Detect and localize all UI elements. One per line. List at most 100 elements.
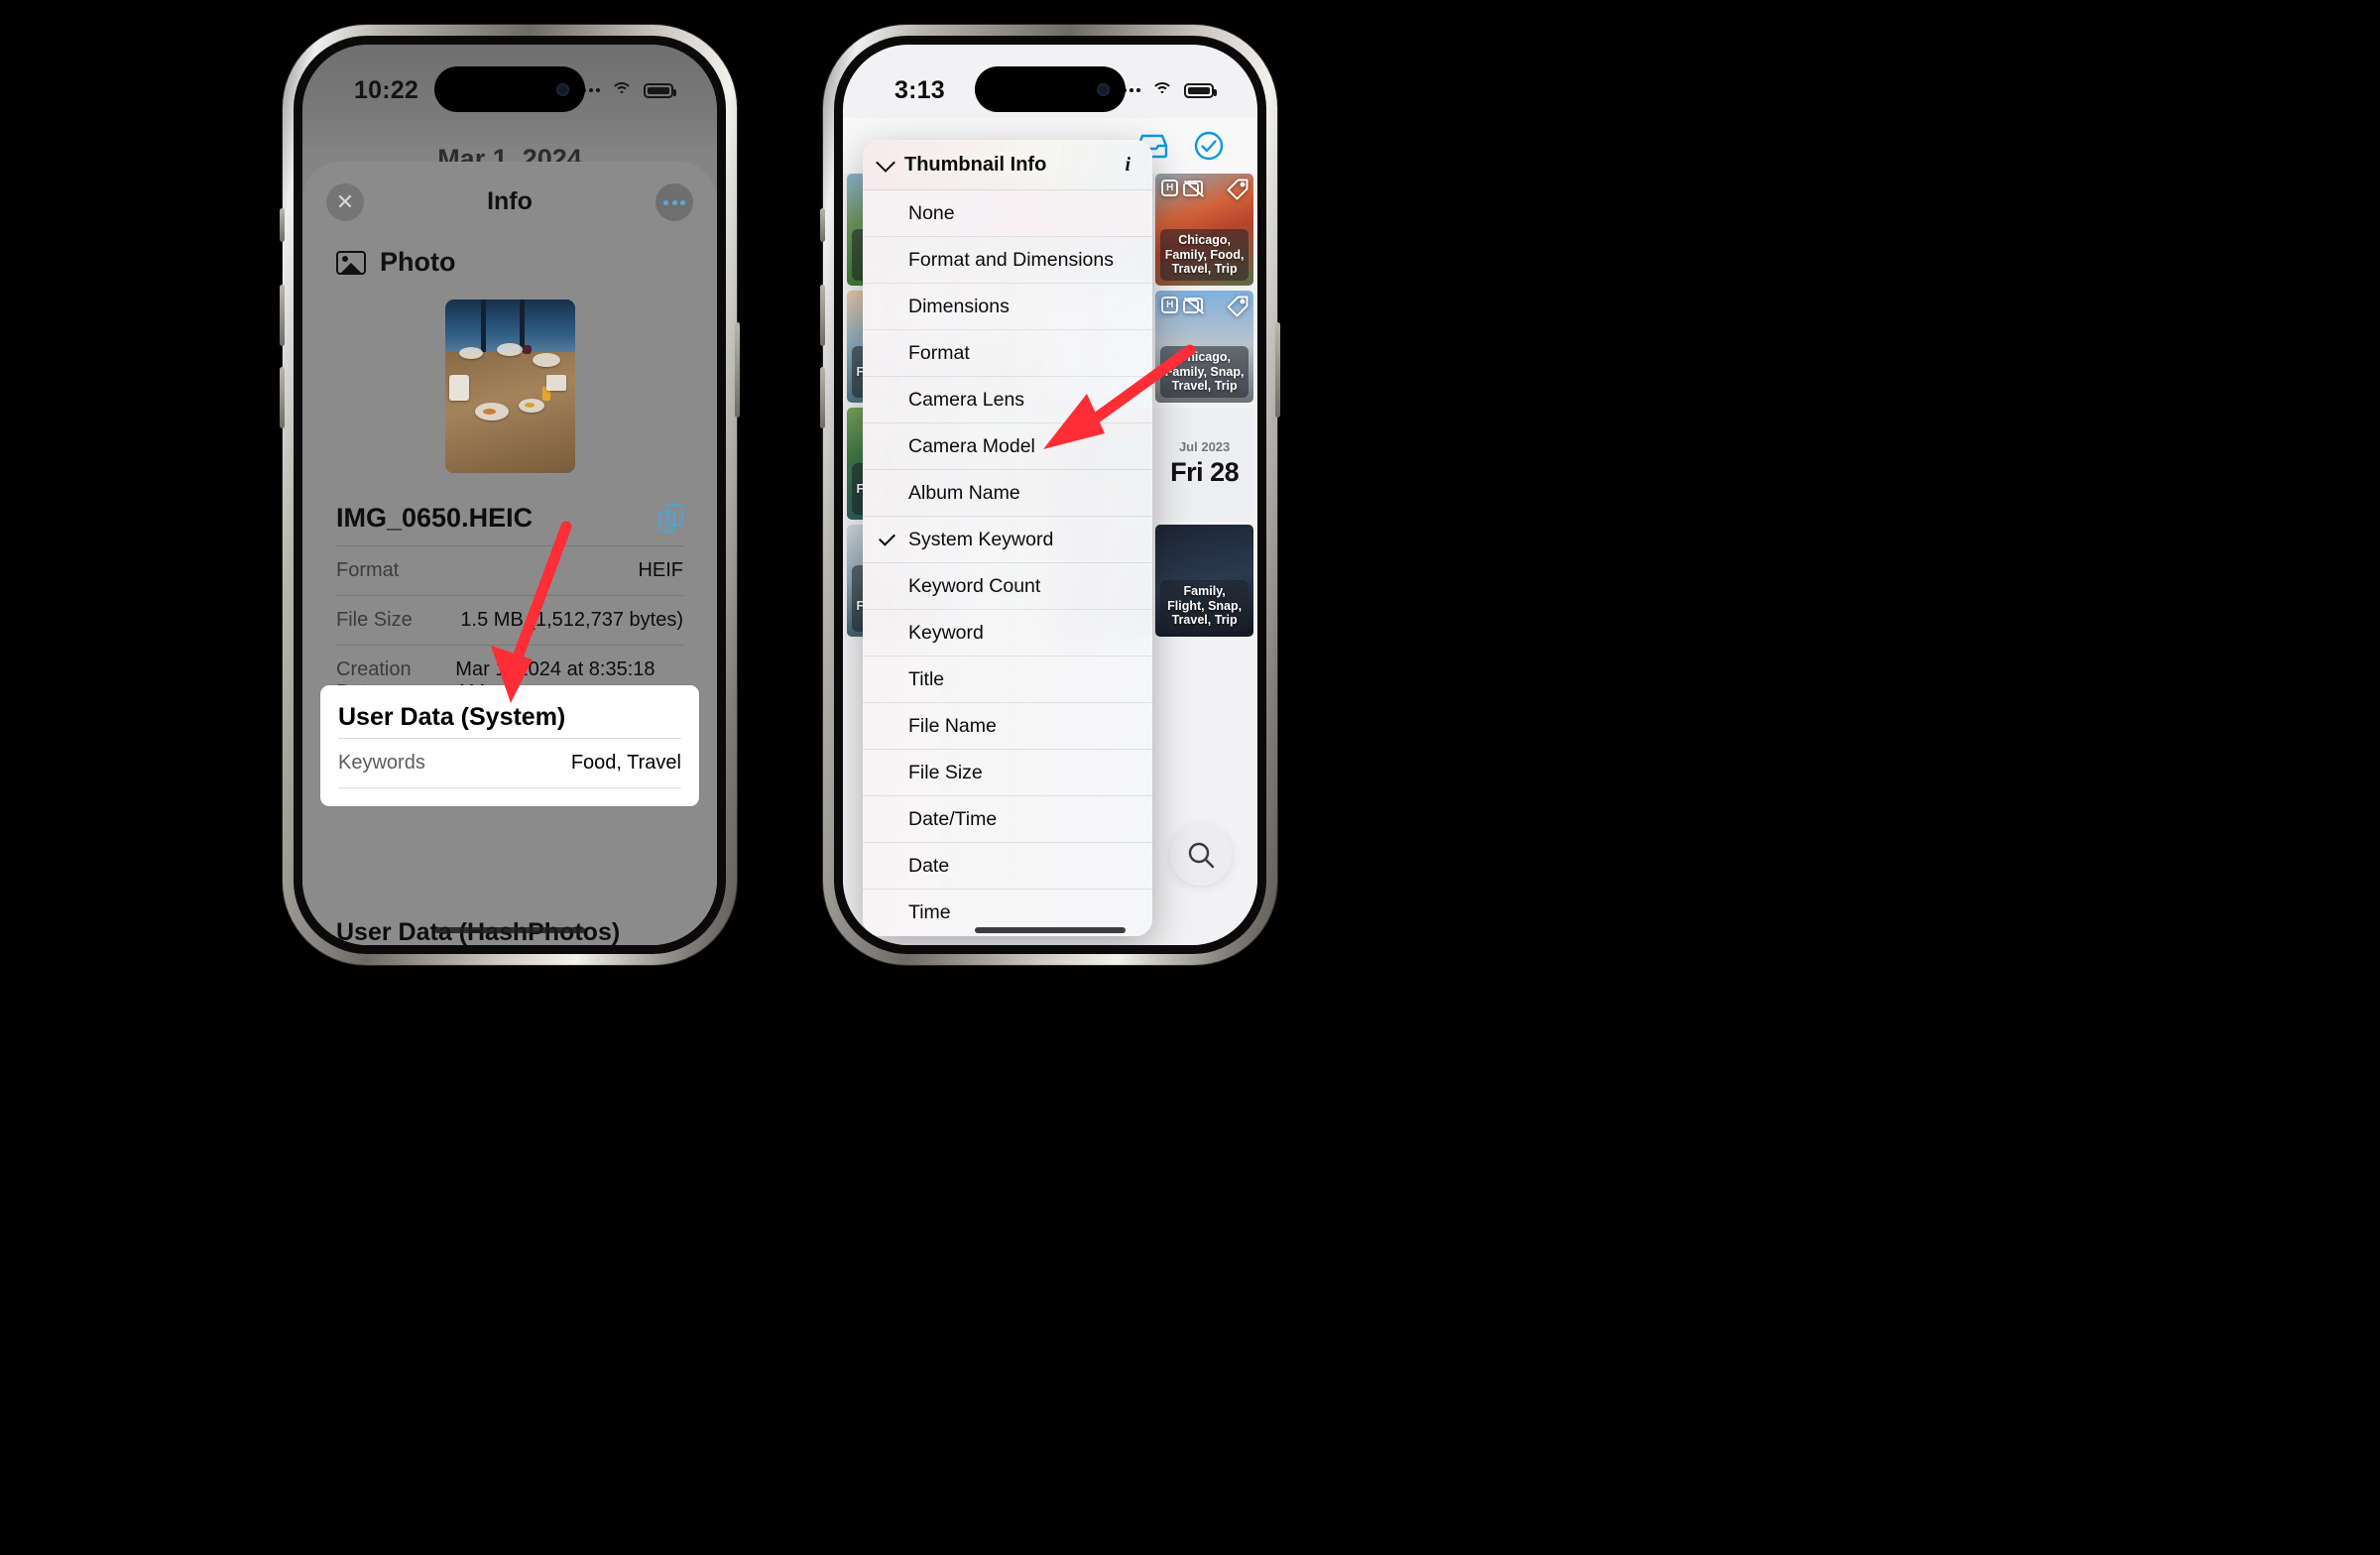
volume-up-button[interactable]: [280, 285, 285, 346]
keyword-tag-icon: [1227, 296, 1249, 317]
menu-item-label: File Size: [908, 761, 983, 783]
front-camera-icon: [1097, 82, 1110, 96]
silent-switch[interactable]: [820, 208, 825, 242]
home-indicator[interactable]: [975, 927, 1126, 933]
keyword-tag-icon: [1227, 179, 1249, 200]
menu-title: Thumbnail Info: [904, 154, 1047, 176]
battery-icon: [644, 82, 676, 98]
menu-item-date-time[interactable]: Date/Time: [863, 796, 1152, 843]
photo-keywords-overlay: Chicago, Family, Snap, Travel, Trip: [1160, 345, 1249, 398]
dynamic-island: [975, 66, 1126, 112]
menu-item-label: Keyword: [908, 621, 984, 644]
row-key: Keywords: [338, 752, 425, 774]
file-name-row: IMG_0650.HEIC: [302, 503, 717, 545]
menu-item-keyword-count[interactable]: Keyword Count: [863, 563, 1152, 610]
menu-item-label: Album Name: [908, 481, 1020, 504]
menu-item-label: Format and Dimensions: [908, 248, 1114, 271]
table-row: Format HEIF: [336, 545, 683, 595]
photo-section-label: Photo: [380, 247, 456, 277]
volume-down-button[interactable]: [820, 367, 825, 428]
menu-item-date[interactable]: Date: [863, 843, 1152, 890]
search-button[interactable]: [1170, 824, 1232, 886]
photo-thumbnail-wrap: [302, 278, 717, 503]
hdr-badge-icon: H: [1161, 297, 1179, 313]
row-key: Format: [336, 559, 400, 581]
iphone-left: 10:22 Mar 1, 2024 ✕ Info Photo IMG_0650.…: [280, 25, 740, 965]
photo-cell[interactable]: H Chicago, Family, Snap, Travel, Trip: [1155, 291, 1253, 403]
volume-up-button[interactable]: [820, 285, 825, 346]
menu-item-file-name[interactable]: File Name: [863, 703, 1152, 750]
photo-icon: [336, 250, 366, 275]
check-circle-icon[interactable]: [1194, 131, 1224, 161]
menu-item-label: Camera Model: [908, 434, 1035, 457]
menu-item-album-name[interactable]: Album Name: [863, 470, 1152, 517]
menu-item-label: Date: [908, 854, 950, 877]
menu-item-format-and-dimensions[interactable]: Format and Dimensions: [863, 237, 1152, 284]
date-month: Jul 2023: [1178, 439, 1231, 454]
battery-icon: [1184, 82, 1217, 98]
info-italic-icon[interactable]: i: [1125, 154, 1134, 177]
menu-item-label: Keyword Count: [908, 574, 1041, 597]
table-row: File Size 1.5 MB (1,512,737 bytes): [336, 595, 683, 645]
menu-item-none[interactable]: None: [863, 190, 1152, 237]
menu-item-label: File Name: [908, 714, 997, 737]
right-screen: Chicago, Family, Travel, TripChicago, Fa…: [843, 45, 1257, 945]
menu-item-label: None: [908, 201, 955, 224]
power-button[interactable]: [735, 322, 740, 418]
menu-item-label: Date/Time: [908, 807, 998, 830]
menu-item-title[interactable]: Title: [863, 657, 1152, 703]
menu-item-label: Dimensions: [908, 295, 1010, 317]
photo-thumbnail[interactable]: [444, 299, 575, 473]
more-ellipsis-icon[interactable]: [655, 183, 693, 221]
menu-item-label: Camera Lens: [908, 388, 1025, 411]
close-icon[interactable]: ✕: [326, 183, 364, 221]
menu-item-camera-model[interactable]: Camera Model: [863, 423, 1152, 470]
hdr-badge-icon: H: [1161, 179, 1179, 196]
menu-item-system-keyword[interactable]: System Keyword: [863, 517, 1152, 563]
volume-down-button[interactable]: [280, 367, 285, 428]
photo-keywords-overlay: Family, Flight, Snap, Travel, Trip: [1160, 579, 1249, 632]
burst-stack-icon: [1183, 179, 1205, 197]
photo-keywords-overlay: Chicago, Family, Food, Travel, Trip: [1160, 228, 1249, 281]
dynamic-island: [434, 66, 585, 112]
menu-item-label: Time: [908, 901, 951, 923]
menu-item-format[interactable]: Format: [863, 330, 1152, 377]
file-name: IMG_0650.HEIC: [336, 503, 534, 533]
date-day: Fri 28: [1170, 457, 1240, 487]
menu-item-file-size[interactable]: File Size: [863, 750, 1152, 796]
chevron-down-icon[interactable]: [876, 153, 895, 173]
row-value: Food, Travel: [570, 752, 681, 774]
wifi-icon: [611, 81, 633, 99]
status-time: 3:13: [894, 75, 945, 104]
row-key: File Size: [336, 609, 413, 631]
photo-section-header: Photo: [302, 241, 717, 278]
menu-header[interactable]: Thumbnail Info i: [863, 140, 1152, 190]
row-value: HEIF: [638, 559, 683, 581]
menu-item-list[interactable]: None Format and Dimensions Dimensions Forma…: [863, 190, 1152, 936]
left-screen: 10:22 Mar 1, 2024 ✕ Info Photo IMG_0650.…: [302, 45, 717, 945]
photo-cell[interactable]: Family, Flight, Snap, Travel, Trip: [1155, 525, 1253, 637]
date-cell[interactable]: Jul 2023 Fri 28: [1155, 408, 1253, 520]
user-data-system-card: User Data (System) Keywords Food, Travel: [320, 685, 699, 806]
menu-item-label: Format: [908, 341, 970, 364]
row-value: 1.5 MB (1,512,737 bytes): [460, 609, 683, 631]
home-indicator[interactable]: [434, 927, 585, 933]
table-row: Keywords Food, Travel: [338, 738, 681, 788]
front-camera-icon: [556, 82, 569, 96]
thumbnail-info-menu[interactable]: Thumbnail Info i None Format and Dimensio…: [863, 140, 1152, 936]
photo-cell[interactable]: H Chicago, Family, Food, Travel, Trip: [1155, 174, 1253, 286]
page-title: Info: [487, 186, 533, 215]
copy-icon[interactable]: [658, 504, 683, 533]
info-sheet: ✕ Info Photo IMG_0650.HEIC Format HEIF F…: [302, 162, 717, 945]
silent-switch[interactable]: [280, 208, 285, 242]
menu-item-dimensions[interactable]: Dimensions: [863, 284, 1152, 330]
info-sheet-header: ✕ Info: [302, 162, 717, 241]
status-time: 10:22: [354, 75, 418, 104]
menu-item-label: System Keyword: [908, 528, 1054, 550]
power-button[interactable]: [1275, 322, 1280, 418]
menu-item-camera-lens[interactable]: Camera Lens: [863, 377, 1152, 423]
menu-item-label: Title: [908, 667, 945, 690]
menu-item-keyword[interactable]: Keyword: [863, 610, 1152, 657]
iphone-right: Chicago, Family, Travel, TripChicago, Fa…: [820, 25, 1280, 965]
screenshot-stage: 10:22 Mar 1, 2024 ✕ Info Photo IMG_0650.…: [0, 0, 2380, 1555]
